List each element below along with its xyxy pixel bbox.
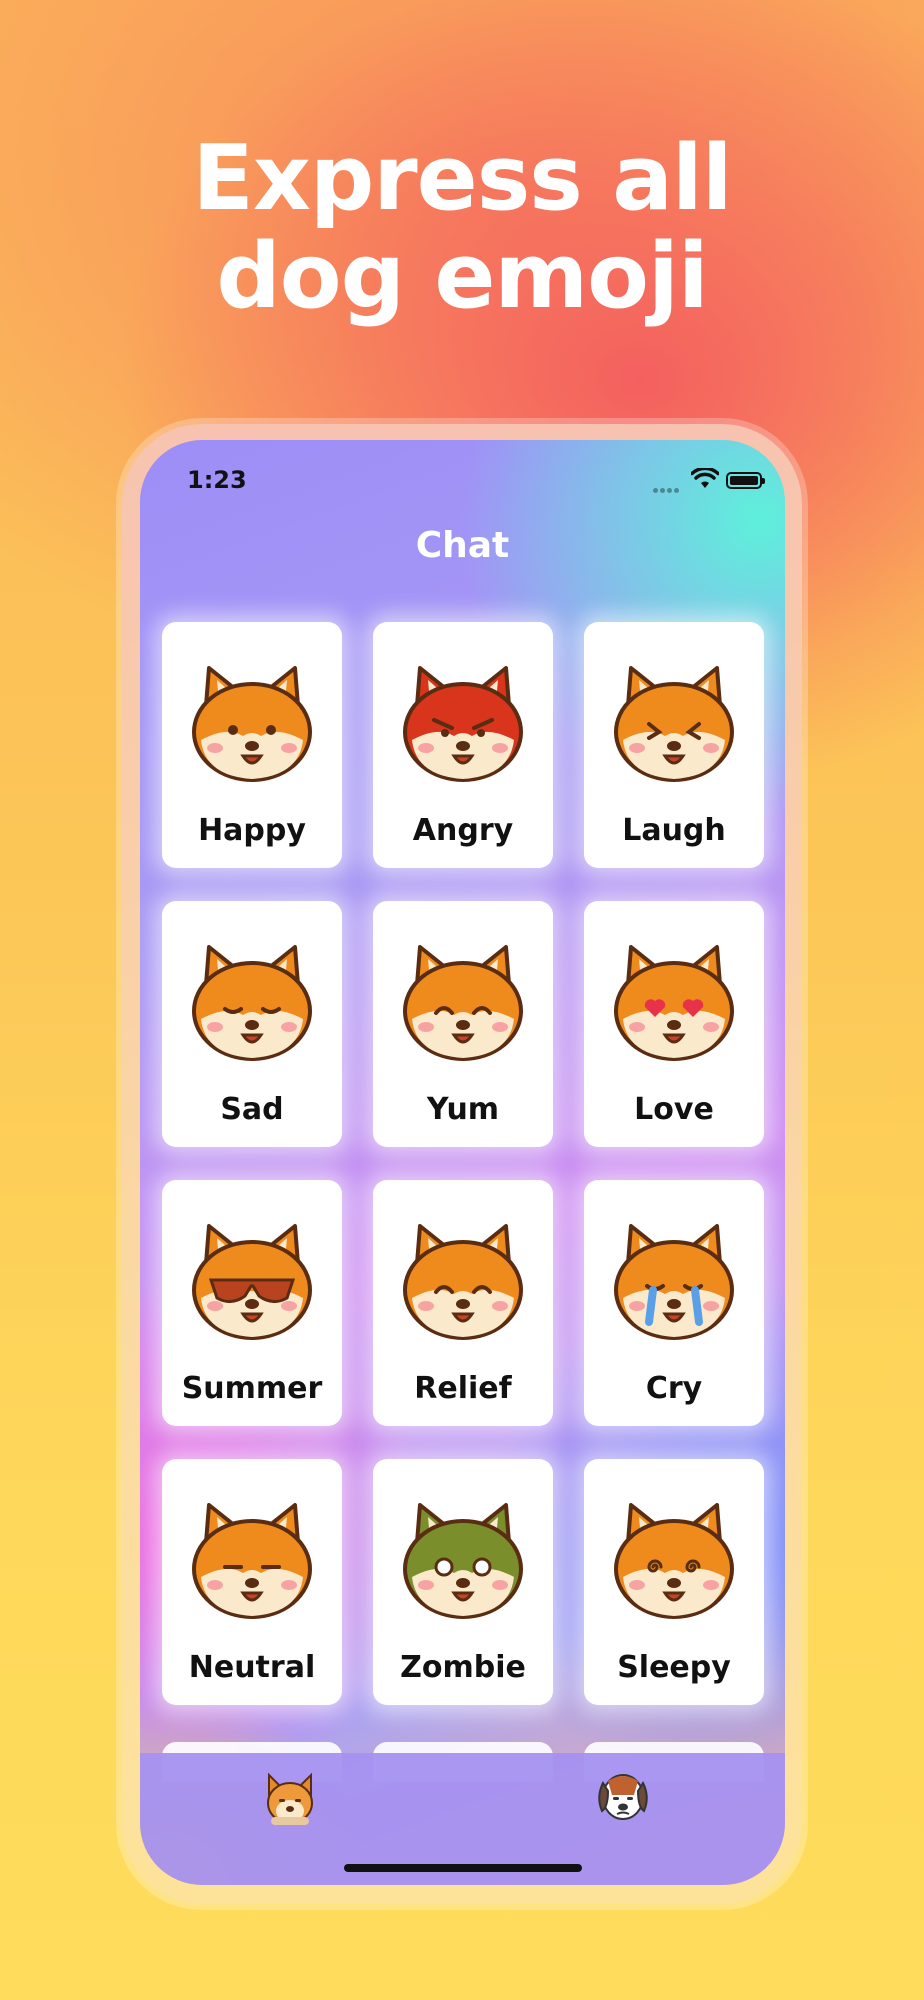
emoji-label: Neutral — [188, 1650, 316, 1685]
emoji-label: Sad — [220, 1092, 284, 1127]
summer-dog-icon — [192, 1224, 312, 1340]
headline: Express all dog emoji — [0, 130, 924, 326]
wifi-icon — [691, 468, 719, 488]
cry-dog-icon — [614, 1224, 734, 1340]
laugh-dog-icon — [614, 666, 734, 782]
status-time: 1:23 — [187, 466, 247, 494]
battery-icon — [726, 472, 765, 489]
relief-dog-icon — [403, 1224, 523, 1340]
emoji-label: Sleepy — [617, 1650, 731, 1685]
emoji-label: Relief — [414, 1371, 512, 1406]
emoji-card-sad[interactable]: Sad — [162, 901, 342, 1147]
emoji-label: Love — [634, 1092, 714, 1127]
emoji-card-laugh[interactable]: Laugh — [584, 622, 764, 868]
sad-dog-icon — [192, 945, 312, 1061]
love-dog-icon — [614, 945, 734, 1061]
neutral-dog-icon — [192, 1503, 312, 1619]
page-title: Chat — [415, 525, 510, 566]
status-bar: 1:23 — [140, 440, 785, 510]
emoji-card-relief[interactable]: Relief — [373, 1180, 553, 1426]
happy-dog-icon — [192, 666, 312, 782]
emoji-label: Laugh — [622, 813, 726, 848]
emoji-label: Cry — [645, 1371, 703, 1406]
tab-shiba[interactable] — [261, 1767, 319, 1827]
shiba-icon — [267, 1772, 313, 1825]
emoji-label: Summer — [181, 1371, 323, 1406]
beagle-icon — [598, 1774, 648, 1820]
home-indicator — [344, 1864, 582, 1872]
emoji-card-summer[interactable]: Summer — [162, 1180, 342, 1426]
emoji-label: Zombie — [400, 1650, 526, 1685]
emoji-card-neutral[interactable]: Neutral — [162, 1459, 342, 1705]
emoji-card-yum[interactable]: Yum — [373, 901, 553, 1147]
signal-icon — [653, 478, 681, 497]
emoji-card-cry[interactable]: Cry — [584, 1180, 764, 1426]
emoji-label: Angry — [412, 813, 514, 848]
yum-dog-icon — [403, 945, 523, 1061]
tab-beagle[interactable] — [594, 1767, 652, 1827]
sleepy-dog-icon — [614, 1503, 734, 1619]
emoji-card-sleepy[interactable]: Sleepy — [584, 1459, 764, 1705]
emoji-card-zombie[interactable]: Zombie — [373, 1459, 553, 1705]
emoji-card-angry[interactable]: Angry — [373, 622, 553, 868]
emoji-card-happy[interactable]: Happy — [162, 622, 342, 868]
emoji-label: Yum — [426, 1092, 500, 1127]
zombie-dog-icon — [403, 1503, 523, 1619]
emoji-label: Happy — [198, 813, 306, 848]
angry-dog-icon — [403, 666, 523, 782]
headline-text: Express all dog emoji — [192, 126, 732, 329]
emoji-card-love[interactable]: Love — [584, 901, 764, 1147]
phone-screen: 1:23 Chat Happy Angry Laugh Sad Yum Love Summe… — [140, 440, 785, 1885]
